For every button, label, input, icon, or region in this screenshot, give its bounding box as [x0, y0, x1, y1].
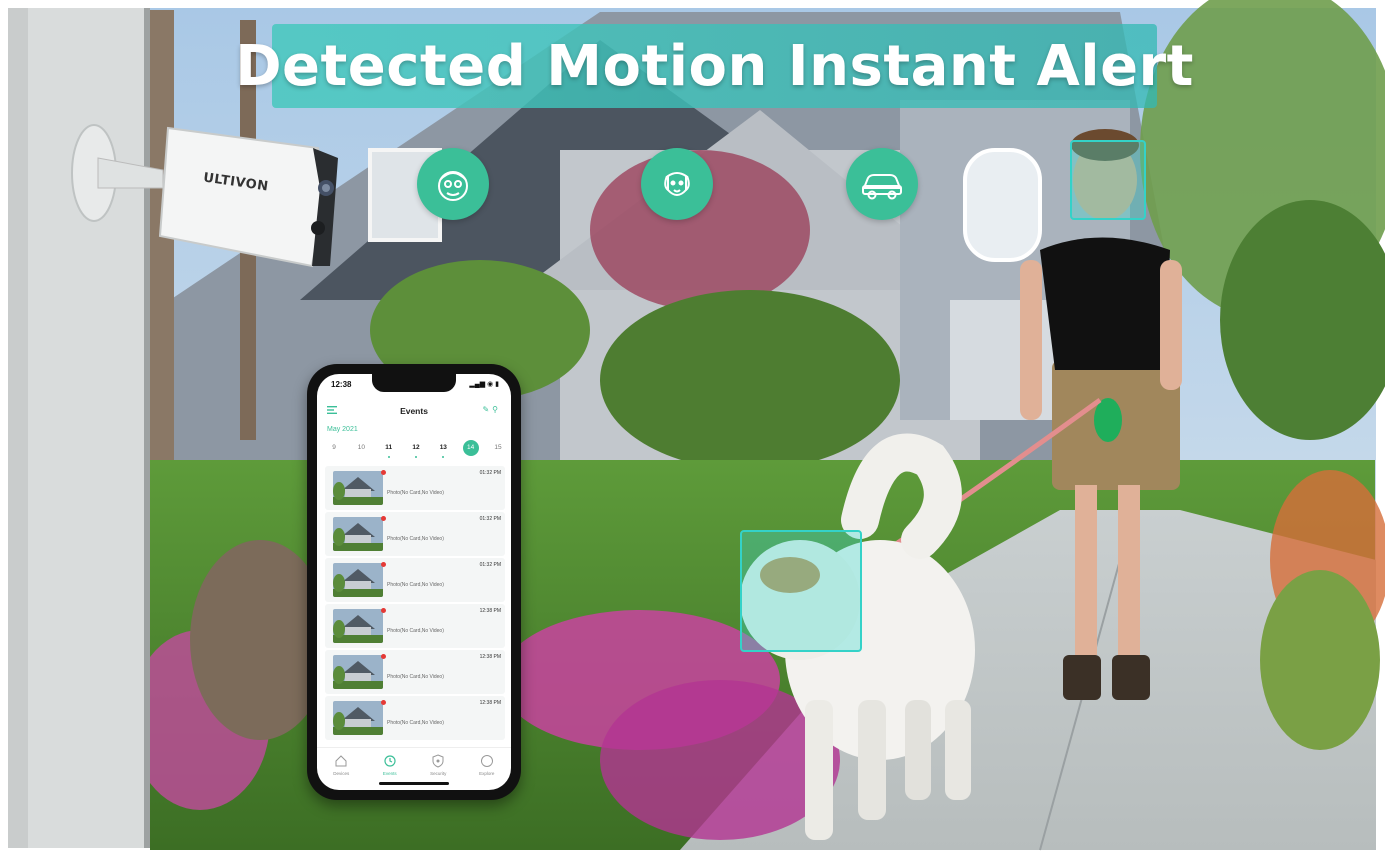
status-time: 12:38	[331, 380, 352, 389]
event-time: 01:32 PM	[479, 562, 501, 568]
event-time: 12:38 PM	[479, 700, 501, 706]
event-row[interactable]: 01:32 PM Photo(No Card,No Video)	[325, 512, 505, 556]
event-thumbnail	[333, 701, 383, 735]
date-item[interactable]: 13	[432, 440, 454, 464]
unread-dot	[381, 700, 386, 705]
event-time: 12:38 PM	[479, 608, 501, 614]
date-item[interactable]: 15	[487, 440, 509, 464]
shield-icon	[432, 754, 444, 768]
phone-notch	[372, 374, 456, 392]
date-label: 11	[385, 444, 393, 451]
face-detection-box	[1070, 140, 1146, 220]
event-time: 01:32 PM	[479, 516, 501, 522]
date-item[interactable]: 12	[405, 440, 427, 464]
date-item[interactable]: 11	[378, 440, 400, 464]
date-label: 10	[357, 444, 365, 451]
event-row[interactable]: 12:38 PM Photo(No Card,No Video)	[325, 604, 505, 648]
app-screen: 12:38 ▂▄▆ ◉ ▮ Events ✎⚲ May 2021 9 10 11 12…	[317, 374, 511, 790]
event-label: Photo(No Card,No Video)	[387, 536, 444, 542]
event-time: 12:38 PM	[479, 654, 501, 660]
person-icon	[417, 148, 489, 220]
unread-dot	[381, 516, 386, 521]
date-label: 12	[412, 444, 420, 451]
headline-text: Detected Motion Instant Alert	[235, 33, 1194, 99]
app-header: Events ✎⚲	[317, 400, 511, 422]
security-camera	[71, 124, 338, 268]
event-label: Photo(No Card,No Video)	[387, 720, 444, 726]
tab-label: Events	[382, 771, 397, 776]
event-thumbnail	[333, 517, 383, 551]
date-item[interactable]: 10	[350, 440, 372, 464]
unread-dot	[381, 470, 386, 475]
event-label: Photo(No Card,No Video)	[387, 582, 444, 588]
tab-label: Explore	[479, 771, 495, 776]
product-image: Detected Motion Instant Alert ULTIVON 12…	[0, 0, 1385, 854]
home-indicator	[379, 782, 449, 785]
month-label[interactable]: May 2021	[327, 426, 358, 433]
event-label: Photo(No Card,No Video)	[387, 628, 444, 634]
event-time: 01:32 PM	[479, 470, 501, 476]
status-icons: ▂▄▆ ◉ ▮	[469, 381, 499, 388]
unread-dot	[381, 654, 386, 659]
event-row[interactable]: 01:32 PM Photo(No Card,No Video)	[325, 558, 505, 602]
tab-label: Devices	[333, 771, 350, 776]
smartphone: 12:38 ▂▄▆ ◉ ▮ Events ✎⚲ May 2021 9 10 11 12…	[307, 364, 521, 800]
compass-icon	[480, 755, 493, 767]
events-icon	[384, 755, 396, 767]
date-label: 9	[332, 444, 336, 451]
event-row[interactable]: 12:38 PM Photo(No Card,No Video)	[325, 696, 505, 740]
car-icon	[846, 148, 918, 220]
event-thumbnail	[333, 609, 383, 643]
event-thumbnail	[333, 655, 383, 689]
event-label: Photo(No Card,No Video)	[387, 674, 444, 680]
unread-dot	[381, 608, 386, 613]
event-thumbnail	[333, 471, 383, 505]
tab-explore[interactable]: Explore	[467, 748, 507, 790]
date-label: 13	[439, 444, 447, 451]
unread-dot	[381, 562, 386, 567]
pet-icon	[641, 148, 713, 220]
event-thumbnail	[333, 563, 383, 597]
tab-devices[interactable]: Devices	[321, 748, 361, 790]
event-row[interactable]: 01:32 PM Photo(No Card,No Video)	[325, 466, 505, 510]
date-label: 14	[467, 444, 475, 451]
event-label: Photo(No Card,No Video)	[387, 490, 444, 496]
event-list: 01:32 PM Photo(No Card,No Video) 01:32 PM P…	[325, 466, 505, 742]
home-icon	[335, 755, 347, 767]
date-item[interactable]: 9	[323, 440, 345, 464]
headline-banner: Detected Motion Instant Alert	[235, 24, 1193, 108]
edit-filter-icons[interactable]: ✎⚲	[482, 405, 501, 414]
tab-label: Security	[430, 771, 447, 776]
pet-detection-box	[740, 530, 862, 652]
event-row[interactable]: 12:38 PM Photo(No Card,No Video)	[325, 650, 505, 694]
date-item[interactable]: 14	[460, 440, 482, 464]
date-strip: 9 10 11 12 13 14 15	[323, 440, 509, 464]
date-label: 15	[494, 444, 502, 451]
